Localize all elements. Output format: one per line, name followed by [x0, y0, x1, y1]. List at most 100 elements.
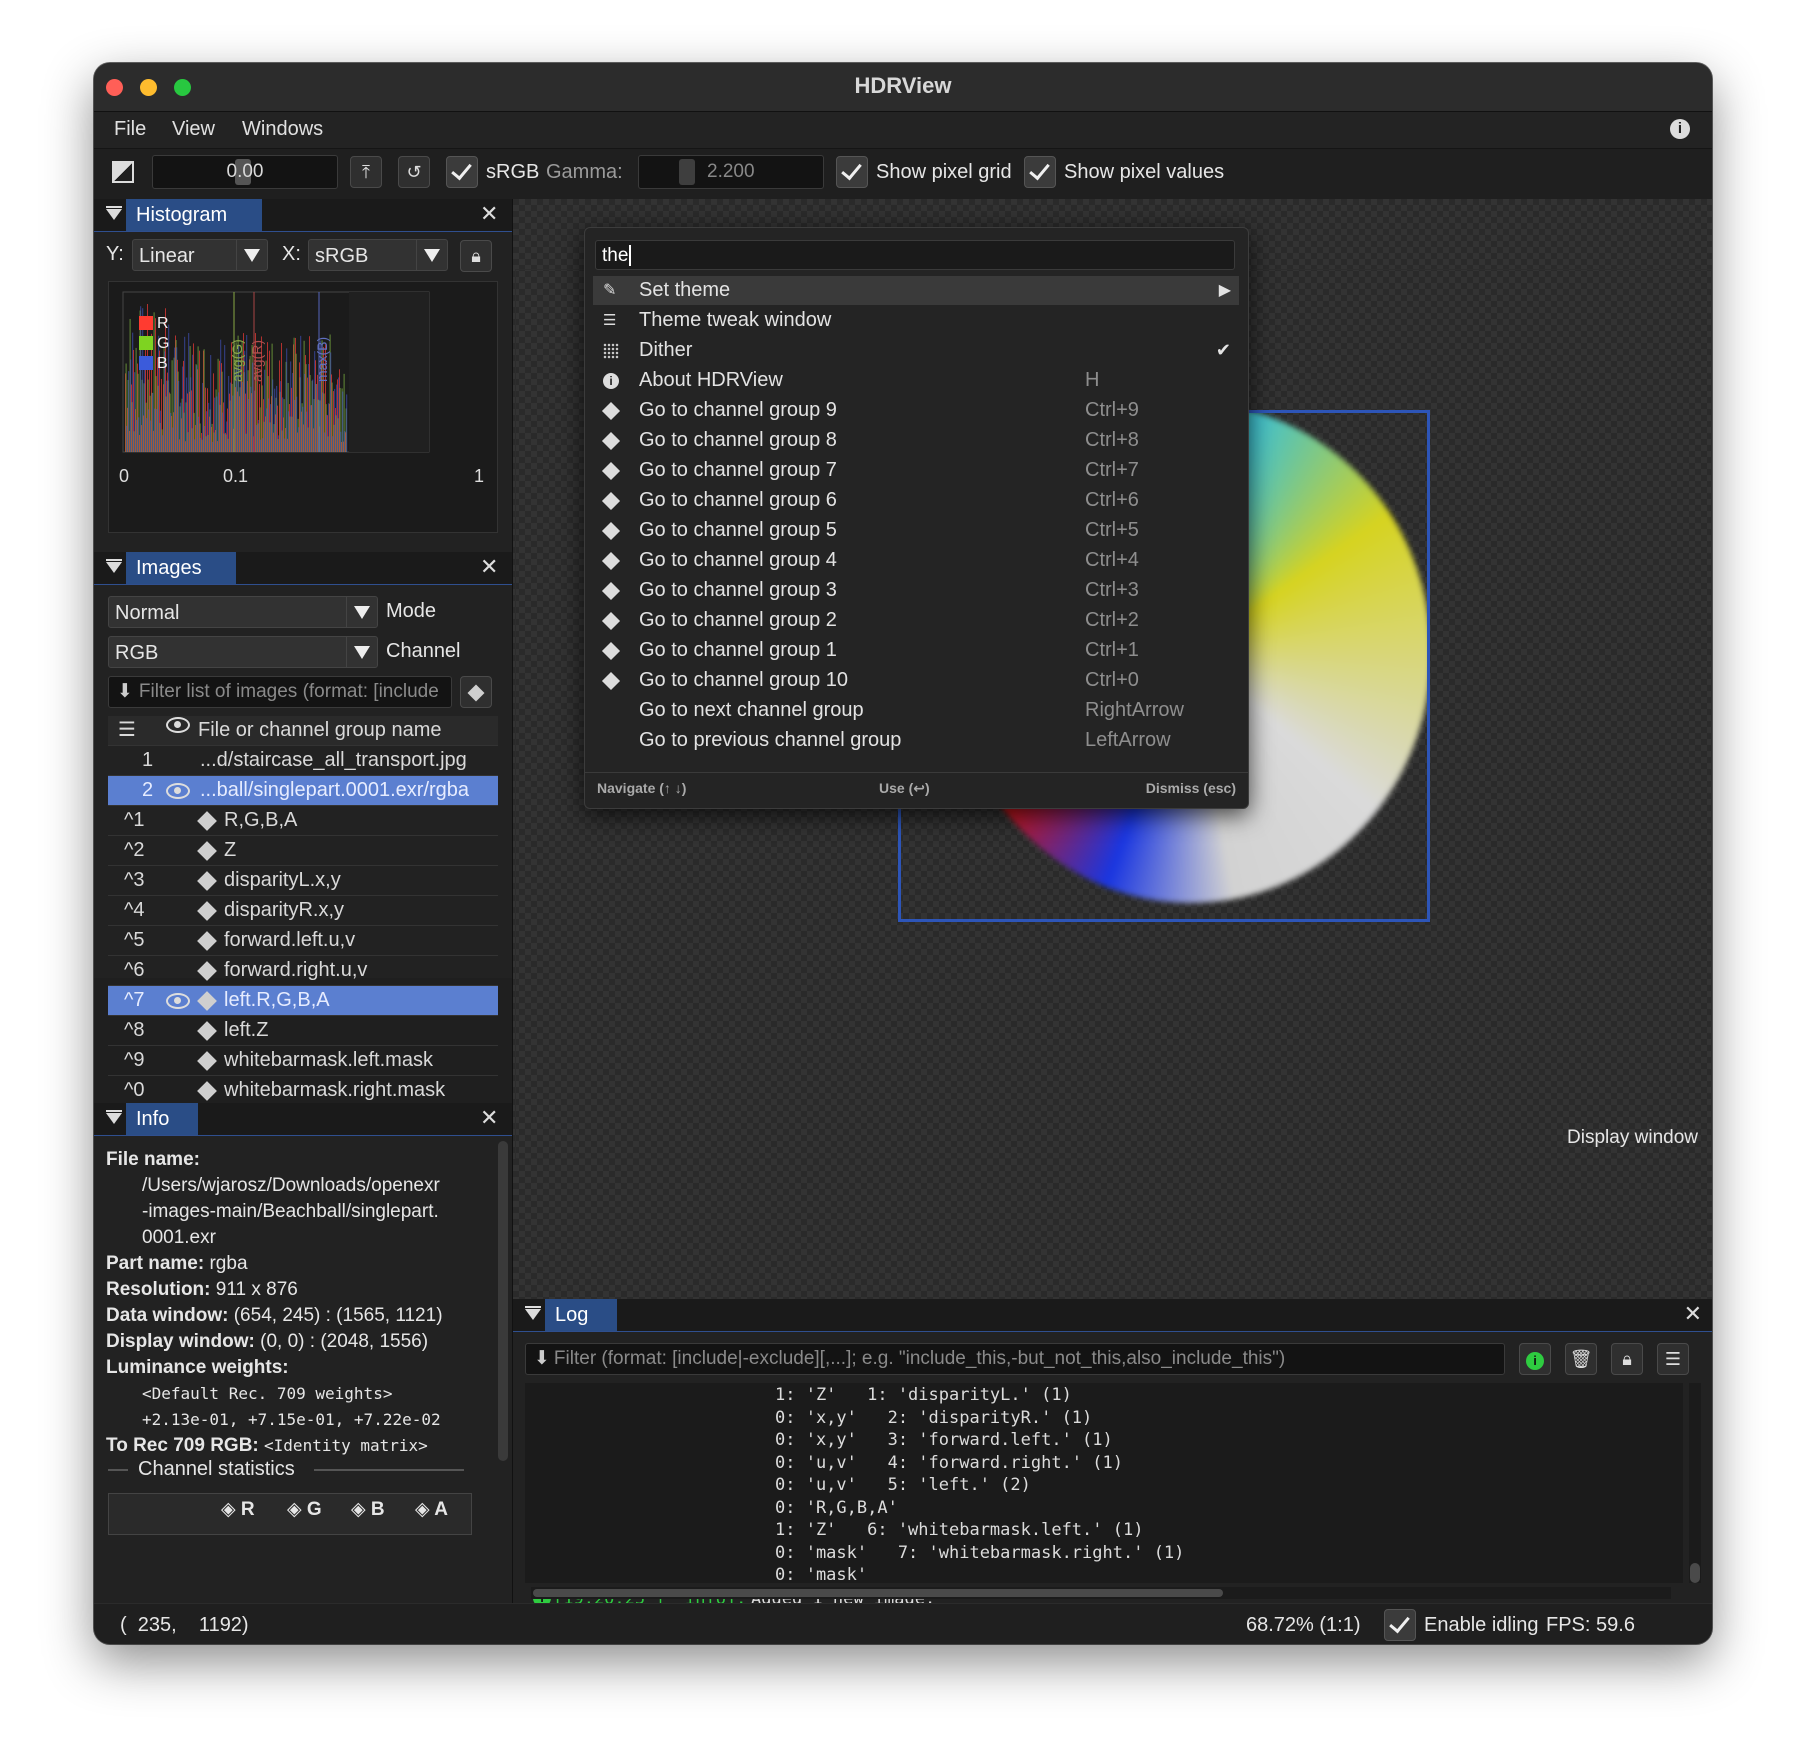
- command-item[interactable]: Go to channel group 6 Ctrl+6: [593, 486, 1239, 515]
- list-order-icon[interactable]: ☰: [118, 716, 136, 745]
- layers-icon: [601, 641, 621, 661]
- x-scale-label: X:: [282, 243, 301, 265]
- channel-select[interactable]: RGB: [108, 636, 378, 668]
- footer-use: Use (↩): [879, 780, 930, 796]
- app-window: HDRView File View Windows i 0.00 ⤒ ↺ sRG…: [94, 63, 1712, 1644]
- command-item[interactable]: Go to channel group 8 Ctrl+8: [593, 426, 1239, 455]
- trash-icon[interactable]: 🗑︎: [1565, 1343, 1597, 1375]
- srgb-checkbox[interactable]: [446, 156, 478, 188]
- command-item[interactable]: Go to channel group 9 Ctrl+9: [593, 396, 1239, 425]
- legend-b: B: [157, 355, 168, 372]
- fps-readout: FPS: 59.6: [1546, 1614, 1635, 1636]
- command-item[interactable]: Go to channel group 10 Ctrl+0: [593, 666, 1239, 695]
- filter-icon: ⬇︎: [117, 681, 133, 702]
- collapse-icon[interactable]: [525, 1306, 541, 1320]
- visibility-icon[interactable]: [166, 783, 190, 799]
- channel-group-row[interactable]: ^7 left.R,G,B,A: [108, 986, 498, 1016]
- command-item[interactable]: Go to channel group 3 Ctrl+3: [593, 576, 1239, 605]
- command-item[interactable]: i About HDRView H: [593, 366, 1239, 395]
- layers-toggle-icon[interactable]: [460, 676, 492, 708]
- tab-histogram[interactable]: Histogram: [126, 199, 262, 231]
- x-scale-select[interactable]: sRGB: [308, 239, 448, 271]
- channel-group-row[interactable]: ^9 whitebarmask.left.mask: [108, 1046, 498, 1076]
- collapse-icon[interactable]: [106, 559, 122, 573]
- command-item[interactable]: Go to channel group 7 Ctrl+7: [593, 456, 1239, 485]
- channel-group-row[interactable]: ^2 Z: [108, 836, 498, 866]
- legend-r-swatch: [139, 316, 153, 330]
- filter-icon: ⬇︎: [534, 1348, 550, 1369]
- layers-icon: [601, 581, 621, 601]
- channel-group-row[interactable]: ^5 forward.left.u,v: [108, 926, 498, 956]
- mode-label: Mode: [386, 600, 437, 622]
- info-panel-header: Info ✕: [94, 1103, 512, 1136]
- exposure-slider[interactable]: 0.00: [152, 155, 338, 189]
- command-item[interactable]: Go to channel group 1 Ctrl+1: [593, 636, 1239, 665]
- channel-statistics-header[interactable]: Channel statistics: [138, 1458, 295, 1481]
- menu-windows[interactable]: Windows: [242, 118, 323, 141]
- visibility-icon[interactable]: [166, 993, 190, 1009]
- file-row-selected[interactable]: 2 ...ball/singlepart.0001.exr/rgba: [108, 776, 498, 806]
- info-level-icon[interactable]: i: [1519, 1343, 1551, 1375]
- layers-icon: [197, 841, 217, 861]
- window-title: HDRView: [854, 73, 952, 98]
- menu-file[interactable]: File: [114, 118, 146, 141]
- info-scrollbar[interactable]: [498, 1141, 508, 1461]
- command-item[interactable]: Go to next channel group RightArrow: [593, 696, 1239, 725]
- info-icon: i: [603, 373, 619, 389]
- lock-icon[interactable]: 🔒︎: [460, 240, 492, 272]
- log-vscroll[interactable]: [1689, 1383, 1701, 1583]
- gamma-slider[interactable]: 2.200: [638, 155, 824, 189]
- command-item[interactable]: Go to previous channel group LeftArrow: [593, 726, 1239, 755]
- collapse-icon[interactable]: [106, 206, 122, 220]
- close-icon[interactable]: ✕: [480, 201, 498, 227]
- channel-group-row[interactable]: ^6 forward.right.u,v: [108, 956, 498, 986]
- log-hscroll[interactable]: [531, 1587, 1671, 1599]
- command-item[interactable]: ☰ Theme tweak window: [593, 306, 1239, 335]
- command-search-input[interactable]: the: [595, 240, 1235, 270]
- channel-group-row[interactable]: ^0 whitebarmask.right.mask: [108, 1076, 498, 1106]
- channel-group-row[interactable]: ^1 R,G,B,A: [108, 806, 498, 836]
- command-item[interactable]: Go to channel group 5 Ctrl+5: [593, 516, 1239, 545]
- log-line: 0: 'x,y' 2: 'disparityR.' (1): [775, 1407, 1093, 1428]
- close-icon[interactable]: ✕: [480, 554, 498, 580]
- close-icon[interactable]: ✕: [1684, 1301, 1702, 1327]
- show-pixel-values-checkbox[interactable]: [1024, 156, 1056, 188]
- legend-r: R: [157, 315, 169, 332]
- normalize-exposure-button[interactable]: ⤒: [350, 156, 382, 188]
- info-content: File name: /Users/wjarosz/Downloads/open…: [106, 1149, 443, 1456]
- menu-bar: File View Windows i: [94, 112, 1712, 149]
- reset-tonemapping-button[interactable]: ↺: [398, 156, 430, 188]
- pixel-coords: ( 235, 1192): [120, 1614, 249, 1636]
- tab-images[interactable]: Images: [126, 552, 236, 584]
- visibility-icon[interactable]: [166, 717, 190, 733]
- enable-idling-checkbox[interactable]: [1384, 1609, 1416, 1641]
- tab-info[interactable]: Info: [126, 1103, 198, 1135]
- wrap-lines-icon[interactable]: ☰: [1657, 1343, 1689, 1375]
- log-line: 0: 'mask': [775, 1565, 868, 1585]
- command-item[interactable]: Go to channel group 4 Ctrl+4: [593, 546, 1239, 575]
- channel-group-row[interactable]: ^4 disparityR.x,y: [108, 896, 498, 926]
- tab-log[interactable]: Log: [545, 1299, 617, 1331]
- histogram-panel: Histogram ✕ Y: Linear X: sRGB 🔒︎ R G B a…: [94, 199, 512, 552]
- y-scale-select[interactable]: Linear: [132, 239, 268, 271]
- show-pixel-grid-checkbox[interactable]: [836, 156, 868, 188]
- log-output: 1: 'Z' 1: 'disparityL.' (1) 0: 'x,y' 2: '…: [525, 1383, 1683, 1609]
- blend-mode-select[interactable]: Normal: [108, 596, 378, 628]
- command-item[interactable]: Go to channel group 2 Ctrl+2: [593, 606, 1239, 635]
- file-row[interactable]: 1 ...d/staircase_all_transport.jpg: [108, 746, 498, 776]
- command-item[interactable]: ✎ Set theme ▶: [593, 276, 1239, 305]
- image-filter-input[interactable]: ⬇︎ Filter list of images (format: [includ…: [108, 676, 452, 708]
- channel-group-row[interactable]: ^8 left.Z: [108, 1016, 498, 1046]
- close-icon[interactable]: ✕: [480, 1105, 498, 1131]
- info-icon[interactable]: i: [1670, 119, 1690, 139]
- channel-group-row[interactable]: ^3 disparityL.x,y: [108, 866, 498, 896]
- menu-view[interactable]: View: [172, 118, 215, 141]
- brush-icon: ✎: [603, 282, 617, 299]
- log-filter-input[interactable]: ⬇︎ Filter (format: [include|-exclude][,..…: [525, 1343, 1505, 1375]
- title-bar: HDRView: [94, 63, 1712, 112]
- layers-icon: [197, 931, 217, 951]
- collapse-icon[interactable]: [106, 1110, 122, 1124]
- avg-r-label: avg(R): [249, 340, 265, 382]
- command-item[interactable]: Dither ✔: [593, 336, 1239, 365]
- lock-icon[interactable]: 🔒︎: [1611, 1343, 1643, 1375]
